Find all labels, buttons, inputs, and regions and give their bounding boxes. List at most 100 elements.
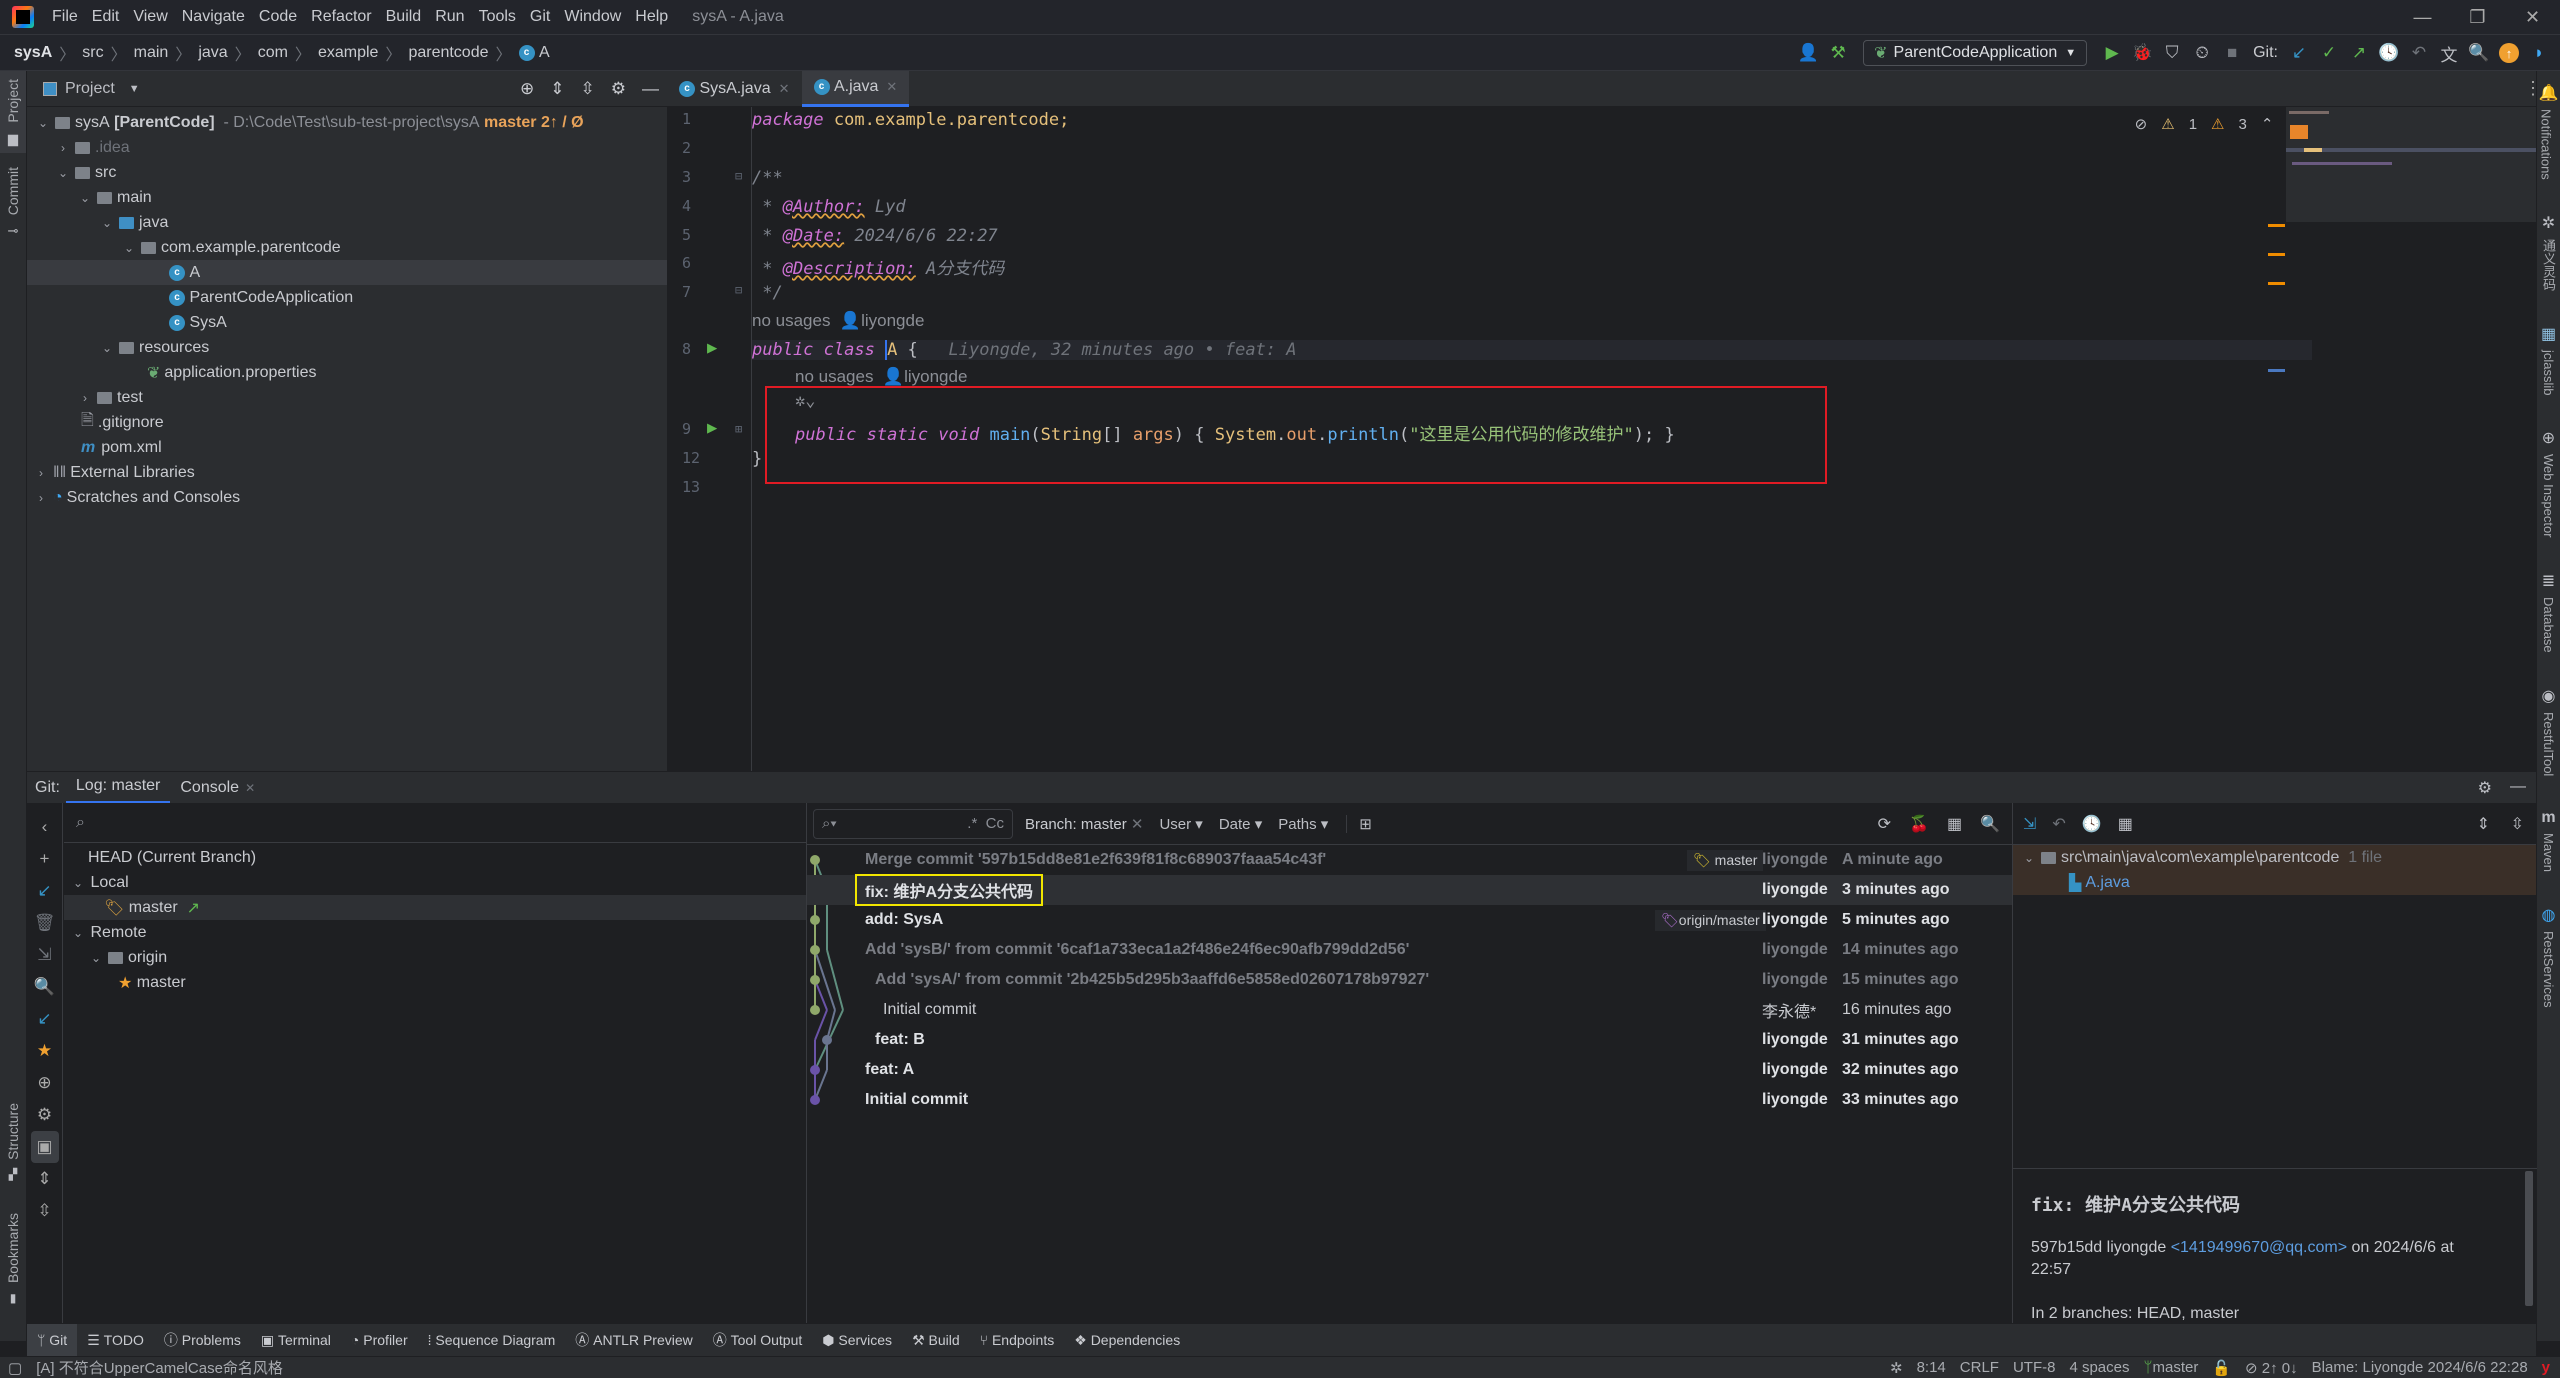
tree-item[interactable]: › .idea [27, 135, 667, 160]
tree-item[interactable]: › ◔ Scratches and Consoles [27, 485, 667, 510]
profile-icon[interactable]: 👤 [1793, 38, 1823, 68]
search-icon[interactable]: 🔍 [1980, 814, 2000, 834]
breadcrumb-item[interactable]: java [198, 44, 227, 62]
breadcrumb-item[interactable]: sysA [14, 44, 52, 62]
gear-icon[interactable]: ⚙ [611, 79, 626, 99]
menu-help[interactable]: Help [635, 8, 668, 26]
tree-item[interactable]: ⌄ java [27, 210, 667, 235]
stripe-project-button[interactable]: Project ▆ [0, 71, 26, 153]
menu-navigate[interactable]: Navigate [182, 8, 245, 26]
tab-sysa-java[interactable]: c SysA.java ✕ [667, 71, 802, 107]
unfold-icon[interactable]: ⊞ [735, 422, 742, 436]
menu-build[interactable]: Build [386, 8, 422, 26]
scrollbar[interactable] [2525, 1171, 2533, 1306]
branch-local-master[interactable]: 🏷 master ↗ [64, 895, 806, 920]
code-with-me-icon[interactable]: ◗ [2524, 38, 2554, 68]
close-tab-icon[interactable]: ✕ [886, 79, 897, 95]
breadcrumb-item[interactable]: src [82, 44, 103, 62]
tab-log-master[interactable]: Log: master [65, 772, 171, 804]
status-panel-icon[interactable]: ▢ [8, 1359, 22, 1377]
commit-row[interactable]: Initial commit liyongde 33 minutes ago [807, 1085, 2012, 1115]
tree-item[interactable]: ⌄ com.example.parentcode [27, 235, 667, 260]
status-message[interactable]: [A] 不符合UpperCamelCase命名风格 [36, 1357, 283, 1378]
file-encoding[interactable]: UTF-8 [2013, 1359, 2056, 1376]
git-push-icon[interactable]: ↗ [2344, 38, 2374, 68]
branch-head[interactable]: HEAD (Current Branch) [64, 845, 806, 870]
chevron-right-icon[interactable]: › [33, 491, 49, 505]
translate-icon[interactable]: 文 [2434, 38, 2464, 68]
tree-item[interactable]: ⌄ main [27, 185, 667, 210]
update-selected-icon[interactable]: ↙ [37, 875, 51, 907]
run-configuration-select[interactable]: ❦ ParentCodeApplication ▼ [1863, 40, 2088, 66]
delete-branch-icon[interactable]: 🗑 [34, 907, 56, 939]
hide-panel-icon[interactable]: — [642, 79, 659, 99]
commit-row[interactable]: Initial commit 李永德* 16 minutes ago [807, 995, 2012, 1025]
branch-group-local[interactable]: ⌄ Local [64, 870, 806, 895]
sync-status[interactable]: ⊘ 2↑ 0↓ [2245, 1359, 2298, 1377]
log-search-input[interactable]: ⌕▾ .* Cc [813, 808, 1013, 839]
tool-git-button[interactable]: ᛘ Git [27, 1323, 78, 1357]
chevron-down-icon[interactable]: ⌄ [55, 166, 71, 180]
chevron-down-icon[interactable]: ⌄ [88, 951, 104, 965]
stripe-jclasslib-button[interactable]: ▦ jclasslib [2541, 324, 2556, 407]
tool-terminal-button[interactable]: ▣ Terminal [251, 1324, 341, 1357]
run-gutter-icon[interactable]: ▶ [707, 338, 717, 358]
branch-remote-master[interactable]: ★ master [64, 970, 806, 995]
inspection-widget[interactable]: ⊘ ⚠1 ⚠3 ⌃ ⌄ [2135, 115, 2300, 134]
tab-a-java[interactable]: c A.java ✕ [801, 70, 910, 107]
menu-edit[interactable]: Edit [92, 8, 120, 26]
chevron-right-icon[interactable]: › [77, 391, 93, 405]
breadcrumb-item[interactable]: main [134, 44, 169, 62]
git-branch-widget[interactable]: ᛘmaster [2144, 1359, 2199, 1376]
tool-services-button[interactable]: ⬢ Services [812, 1324, 902, 1357]
stripe-commit-button[interactable]: Commit ⊸ [0, 159, 26, 239]
tree-item[interactable]: ⌄ resources [27, 335, 667, 360]
error-stripe-marker[interactable] [2268, 369, 2285, 372]
history-icon[interactable]: 🕓 [2374, 38, 2404, 68]
chevron-down-icon[interactable]: ⌄ [77, 191, 93, 205]
stripe-database-button[interactable]: ≣ Database [2541, 571, 2556, 664]
menu-window[interactable]: Window [564, 8, 621, 26]
collapse-all-icon[interactable]: ⇳ [581, 79, 595, 99]
tree-item-selected[interactable]: c A [27, 260, 667, 285]
menu-code[interactable]: Code [259, 8, 297, 26]
breadcrumb-item[interactable]: A [539, 44, 550, 62]
stripe-maven-button[interactable]: m Maven [2541, 809, 2556, 883]
commit-row[interactable]: Add 'sysB/' from commit '6caf1a733eca1a2… [807, 935, 2012, 965]
collapse-all-icon[interactable]: ⇳ [2511, 814, 2524, 834]
gear-icon[interactable]: ⚙ [37, 1099, 52, 1131]
git-commit-icon[interactable]: ✓ [2314, 38, 2344, 68]
code-minimap[interactable] [2286, 107, 2536, 222]
menu-run[interactable]: Run [435, 8, 464, 26]
tool-sequence-diagram-button[interactable]: ⁞ Sequence Diagram [418, 1324, 566, 1357]
stripe-notifications-button[interactable]: 🔔 Notifications [2539, 83, 2559, 191]
tool-todo-button[interactable]: ☰ TODO [77, 1324, 154, 1357]
stripe-web-inspector-button[interactable]: ⊕ Web Inspector [2541, 428, 2556, 549]
lock-icon[interactable]: 🔓 [2212, 1359, 2231, 1377]
stripe-structure-button[interactable]: Structure ▞ [0, 1095, 26, 1181]
profile-run-icon[interactable]: ⏲ [2187, 38, 2217, 68]
expand-all-icon[interactable]: ⇕ [550, 79, 564, 99]
close-tab-icon[interactable]: ✕ [245, 781, 255, 795]
tool-dependencies-button[interactable]: ❖ Dependencies [1064, 1324, 1190, 1357]
collapse-all-icon[interactable]: ⇳ [37, 1195, 51, 1227]
commit-row[interactable]: feat: A liyongde 32 minutes ago [807, 1055, 2012, 1085]
stripe-tongyi-button[interactable]: ✲ 通义灵码 [2539, 213, 2558, 302]
gear-icon[interactable]: ⚙ [2478, 778, 2492, 798]
git-update-icon[interactable]: ↙ [2284, 38, 2314, 68]
error-stripe-marker[interactable] [2268, 282, 2285, 285]
debug-icon[interactable]: 🐞 [2127, 38, 2157, 68]
error-stripe-marker[interactable] [2268, 224, 2285, 227]
cherry-pick-icon[interactable]: 🍒 [1909, 814, 1929, 834]
chevron-down-icon[interactable]: ⌄ [99, 341, 115, 355]
stripe-restfultool-button[interactable]: ◉ RestfulTool [2541, 686, 2556, 787]
line-separator[interactable]: CRLF [1960, 1359, 1999, 1376]
group-by-icon[interactable]: ▦ [2118, 814, 2133, 834]
error-stripe-marker[interactable] [2268, 253, 2285, 256]
inlay-hint[interactable]: no usages 👤liyongde [795, 367, 967, 387]
menu-refactor[interactable]: Refactor [311, 8, 371, 26]
tree-item[interactable]: 🗎 .gitignore [27, 410, 667, 435]
run-icon[interactable]: ▶ [2097, 38, 2127, 68]
clear-filter-icon[interactable]: ✕ [1131, 816, 1144, 833]
close-window-button[interactable]: ✕ [2505, 0, 2560, 35]
